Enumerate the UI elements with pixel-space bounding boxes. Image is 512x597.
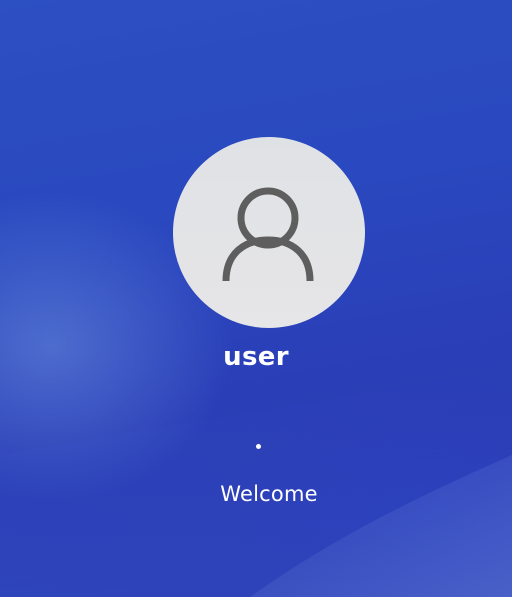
welcome-status-text: Welcome [220, 482, 318, 506]
loading-spinner [256, 444, 261, 449]
username-label: user [223, 342, 289, 372]
user-silhouette-icon [222, 187, 314, 281]
user-avatar [173, 137, 365, 328]
